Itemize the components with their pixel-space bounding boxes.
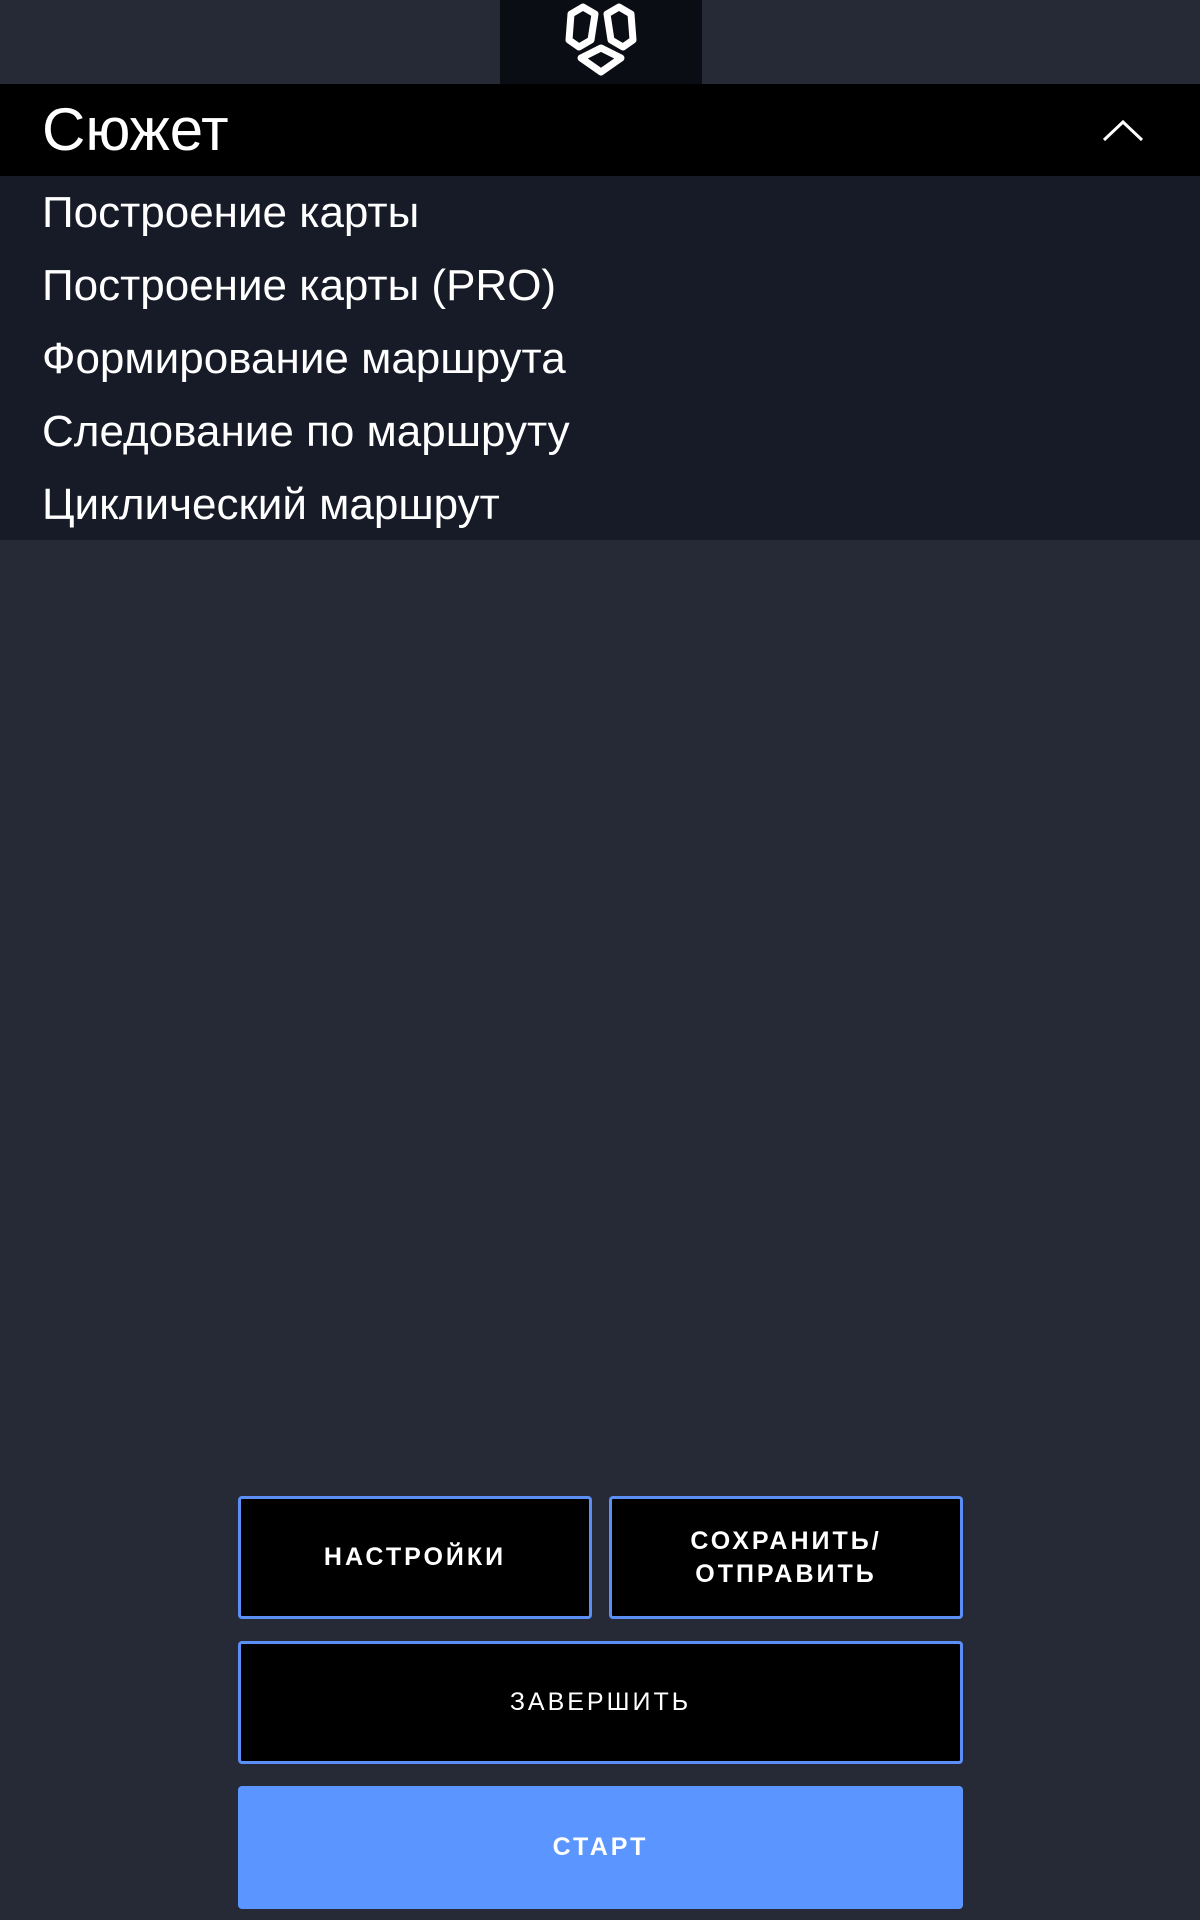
settings-button-label: НАСТРОЙКИ	[323, 1543, 507, 1571]
story-dropdown-header[interactable]: Сюжет	[0, 84, 1200, 176]
finish-button-label: ЗАВЕРШИТЬ	[509, 1688, 692, 1716]
save-button-label-line2: ОТПРАВИТЬ	[695, 1559, 877, 1588]
story-dropdown-list: Построение карты Построение карты (PRO) …	[0, 176, 1200, 540]
save-send-button[interactable]: СОХРАНИТЬ/ ОТПРАВИТЬ	[609, 1496, 963, 1619]
settings-button[interactable]: НАСТРОЙКИ	[238, 1496, 592, 1619]
logo-tab	[500, 0, 702, 84]
start-button-label: СТАРТ	[552, 1833, 649, 1861]
dropdown-title: Сюжет	[42, 96, 229, 163]
dropdown-item-cyclic-route[interactable]: Циклический маршрут	[42, 468, 500, 541]
save-button-label-line1: СОХРАНИТЬ/	[690, 1526, 882, 1555]
dropdown-item-route-following[interactable]: Следование по маршруту	[42, 395, 570, 468]
finish-button[interactable]: ЗАВЕРШИТЬ	[238, 1641, 963, 1764]
start-button[interactable]: СТАРТ	[238, 1786, 963, 1909]
dropdown-item-route-forming[interactable]: Формирование маршрута	[42, 322, 566, 395]
chevron-up-icon[interactable]	[1100, 110, 1146, 152]
dropdown-item-map-building-pro[interactable]: Построение карты (PRO)	[42, 249, 556, 322]
dropdown-item-map-building[interactable]: Построение карты	[42, 176, 419, 249]
hexagon-logo-icon	[565, 3, 637, 76]
